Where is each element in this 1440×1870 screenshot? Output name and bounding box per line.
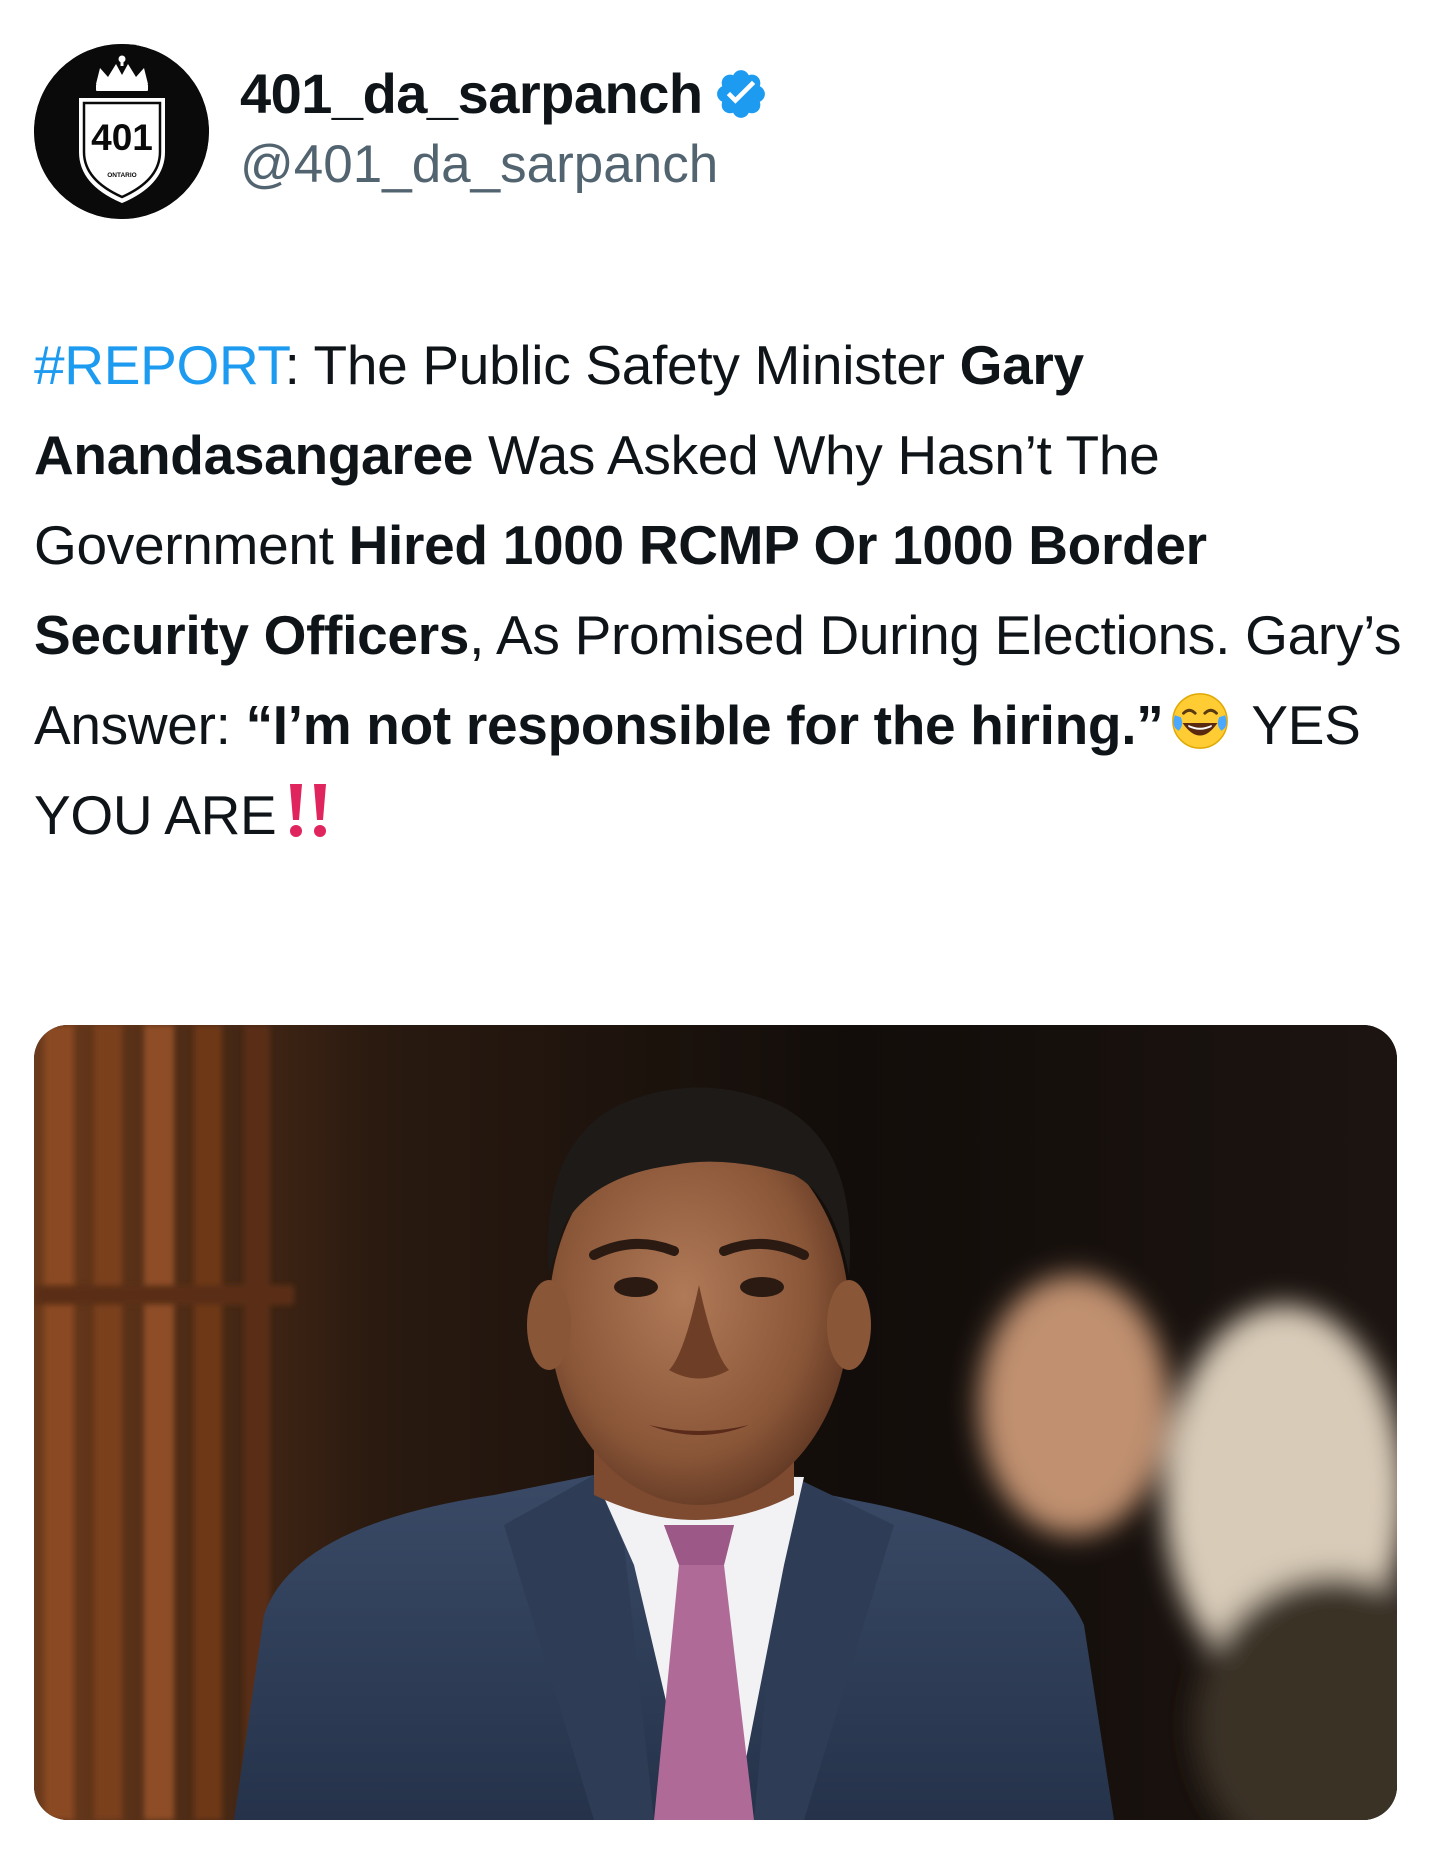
- highway-401-shield-icon: 401 ONTARIO: [34, 44, 209, 219]
- text-segment-bold: “I’m not responsible for the hiring.”: [245, 694, 1164, 756]
- tears-of-joy-emoji-icon: [1169, 688, 1231, 750]
- display-name-row[interactable]: 401_da_sarpanch: [240, 60, 769, 128]
- shield-region: ONTARIO: [107, 172, 137, 179]
- text-segment: : The Public Safety Minister: [284, 334, 960, 396]
- photo-of-man-in-suit: [34, 1025, 1397, 1820]
- tweet-text: #REPORT: The Public Safety Minister Gary…: [34, 320, 1414, 860]
- handle[interactable]: @401_da_sarpanch: [240, 132, 769, 198]
- verified-badge-icon[interactable]: [713, 66, 769, 122]
- tweet-photo[interactable]: [34, 1025, 1397, 1820]
- shield-number: 401: [91, 117, 153, 158]
- double-exclamation-emoji-icon: [280, 776, 336, 837]
- avatar[interactable]: 401 ONTARIO: [34, 44, 209, 219]
- tweet-header: 401 ONTARIO 401_da_sarpanch @401_da_sarp…: [34, 44, 1414, 224]
- author-info: 401_da_sarpanch @401_da_sarpanch: [240, 60, 769, 198]
- hashtag-link[interactable]: #REPORT: [34, 334, 285, 396]
- display-name[interactable]: 401_da_sarpanch: [240, 60, 703, 128]
